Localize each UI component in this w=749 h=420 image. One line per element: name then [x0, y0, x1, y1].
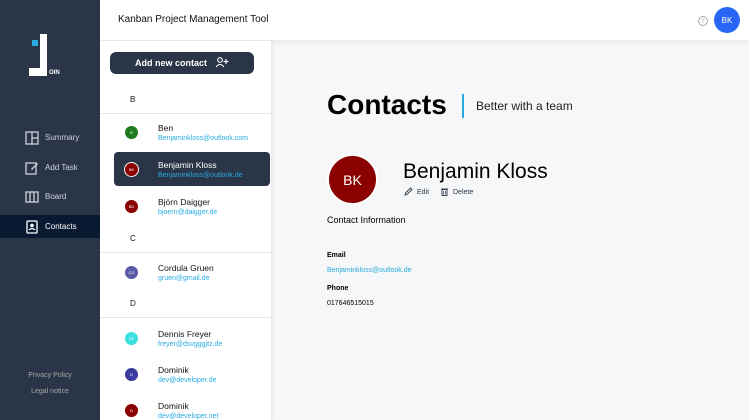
contacts-icon: [25, 219, 39, 234]
group-divider: [100, 113, 271, 114]
contact-item-ben[interactable]: B Ben Benjaminkloss@outlook.com: [114, 115, 270, 149]
edit-button[interactable]: Edit: [404, 187, 429, 198]
nav-board-label: Board: [45, 192, 67, 201]
legal-notice-link[interactable]: Legal notice: [0, 388, 100, 395]
nav-summary-label: Summary: [45, 133, 80, 142]
contact-avatar: BD: [124, 199, 139, 214]
contact-item-dominik-1[interactable]: D Dominik dev@developer.de: [114, 357, 270, 391]
app-title: Kanban Project Management Tool: [118, 14, 269, 25]
contact-avatar: D: [124, 367, 139, 382]
group-letter-c: C: [130, 234, 136, 243]
contact-email: gruen@gmail.de: [158, 275, 210, 282]
contact-information-heading: Contact Information: [327, 215, 406, 225]
contact-avatar: DF: [124, 331, 139, 346]
contact-email: Benjaminkloss@outlook.de: [158, 172, 243, 179]
group-divider: [100, 317, 271, 318]
page-title: Contacts: [327, 89, 447, 120]
contact-list-panel: Add new contact B B Ben Benjaminkloss@ou…: [100, 41, 271, 420]
contact-name: Ben: [158, 123, 174, 133]
nav-add-task-label: Add Task: [45, 163, 78, 172]
contact-item-bjoern-daigger[interactable]: BD Björn Daigger bjoern@daigger.de: [114, 189, 270, 223]
contact-email: Benjaminkloss@outlook.com: [158, 135, 248, 142]
add-person-icon: [215, 56, 229, 70]
sidebar: OIN Summary Add Task Board Contacts Priv…: [0, 0, 100, 420]
contact-detail-avatar: BK: [327, 154, 378, 205]
contact-detail-name: Benjamin Kloss: [403, 160, 548, 183]
help-circle-icon[interactable]: ?: [697, 14, 709, 26]
contact-email: bjoern@daigger.de: [158, 209, 218, 216]
logo-text: OIN: [49, 70, 60, 76]
svg-text:?: ?: [701, 19, 705, 25]
user-avatar[interactable]: BK: [714, 7, 740, 33]
contact-avatar: D: [124, 403, 139, 418]
privacy-policy-link[interactable]: Privacy Policy: [0, 372, 100, 379]
nav-contacts-label: Contacts: [45, 222, 77, 231]
nav-summary[interactable]: Summary: [0, 126, 100, 149]
group-letter-b: B: [130, 95, 136, 104]
contact-name: Benjamin Kloss: [158, 160, 217, 170]
contact-item-dennis-freyer[interactable]: DF Dennis Freyer freyer@dsvgggjtz.de: [114, 321, 270, 355]
contact-name: Dennis Freyer: [158, 329, 212, 339]
contact-email: dev@developer.net: [158, 413, 219, 420]
contact-name: Björn Daigger: [158, 197, 210, 207]
contact-name: Dominik: [158, 401, 189, 411]
nav-board[interactable]: Board: [0, 185, 100, 208]
nav-add-task[interactable]: Add Task: [0, 156, 100, 179]
contact-avatar: CG: [124, 265, 139, 280]
contact-name: Cordula Gruen: [158, 263, 214, 273]
email-label: Email: [327, 252, 346, 259]
contact-item-benjamin-kloss[interactable]: BK Benjamin Kloss Benjaminkloss@outlook.…: [114, 152, 270, 186]
board-icon: [25, 190, 39, 204]
phone-label: Phone: [327, 285, 349, 292]
contact-email: freyer@dsvgggjtz.de: [158, 341, 223, 348]
contact-item-cordula-gruen[interactable]: CG Cordula Gruen gruen@gmail.de: [114, 255, 270, 289]
phone-value[interactable]: 017646515015: [327, 300, 374, 307]
pencil-icon: [404, 187, 413, 198]
contact-avatar: BK: [124, 162, 139, 177]
contact-avatar: B: [124, 125, 139, 140]
nav-contacts[interactable]: Contacts: [0, 215, 100, 238]
edit-label: Edit: [417, 189, 430, 196]
add-new-contact-button[interactable]: Add new contact: [110, 52, 254, 74]
contact-email: dev@developer.de: [158, 377, 217, 384]
add-new-contact-label: Add new contact: [134, 58, 207, 68]
contact-item-dominik-2[interactable]: D Dominik dev@developer.net: [114, 393, 270, 420]
group-divider: [100, 252, 271, 253]
edit-icon: [25, 161, 39, 175]
join-logo[interactable]: OIN: [26, 32, 66, 82]
trash-icon: [440, 187, 449, 198]
page-subtitle: Better with a team: [476, 99, 573, 113]
group-letter-d: D: [130, 299, 136, 308]
delete-label: Delete: [453, 189, 474, 196]
contact-name: Dominik: [158, 365, 189, 375]
top-header: Kanban Project Management Tool ? BK: [100, 0, 749, 41]
delete-button[interactable]: Delete: [440, 187, 473, 198]
title-divider: [462, 94, 464, 118]
email-value[interactable]: Benjaminkloss@outlook.de: [327, 267, 412, 274]
summary-icon: [25, 130, 39, 145]
